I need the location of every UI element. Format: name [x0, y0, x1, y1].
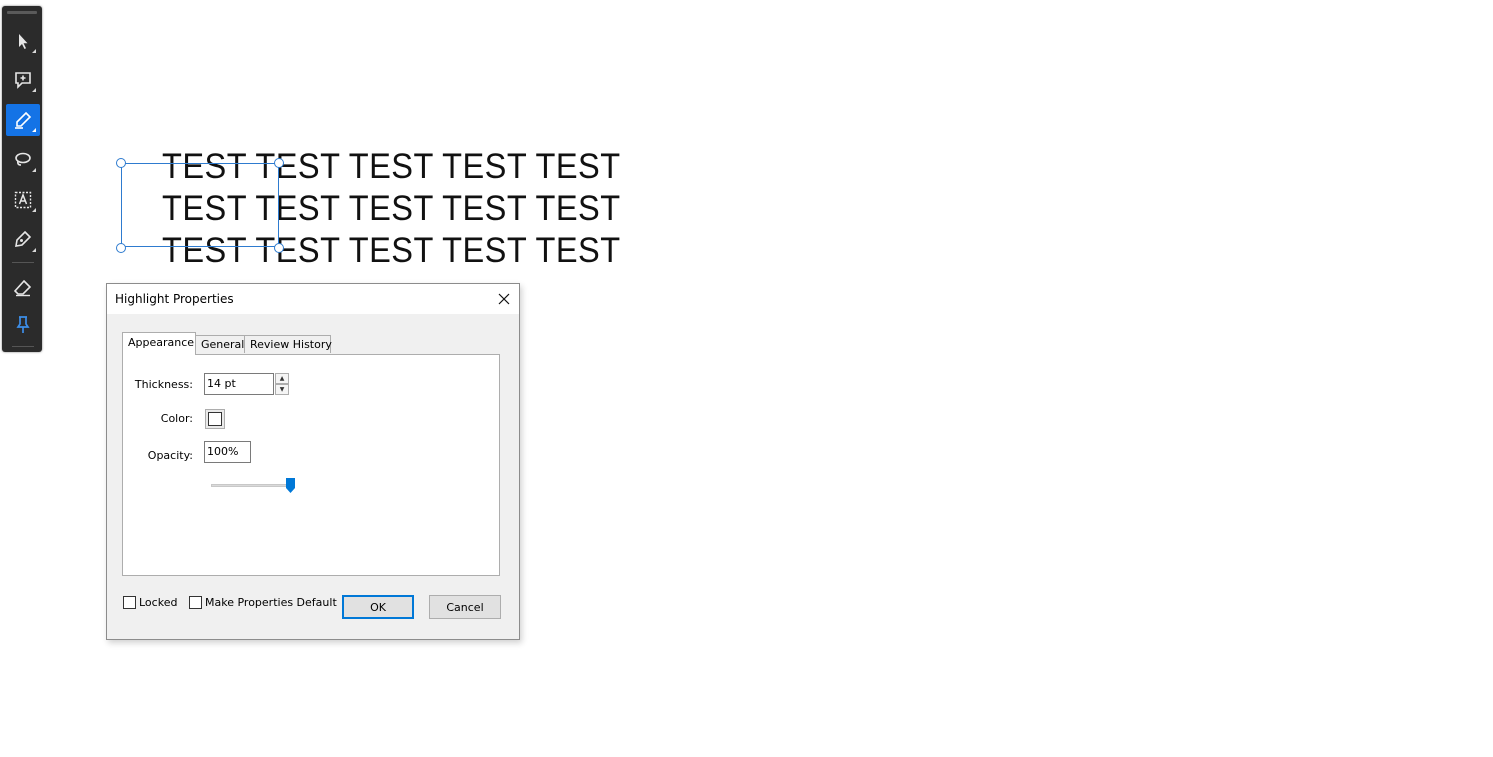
opacity-slider[interactable]: [211, 476, 295, 493]
cancel-button[interactable]: Cancel: [429, 595, 501, 619]
make-default-checkbox[interactable]: [189, 596, 202, 609]
highlighter-pen-icon: [15, 111, 32, 129]
lasso-icon: [15, 152, 31, 166]
opacity-slider-track[interactable]: [211, 484, 295, 487]
flyout-indicator: [32, 168, 36, 172]
color-label: Color:: [160, 412, 193, 425]
ok-button[interactable]: OK: [342, 595, 414, 619]
opacity-input[interactable]: 100%: [204, 441, 251, 463]
color-picker-button[interactable]: [205, 409, 225, 429]
stepper-up-icon[interactable]: ▲: [275, 373, 289, 384]
pin-icon: [16, 316, 30, 333]
pen-draw-icon: [15, 230, 32, 247]
thickness-input[interactable]: 14 pt: [204, 373, 274, 395]
locked-checkbox[interactable]: [123, 596, 136, 609]
draw-tool-button[interactable]: [6, 224, 40, 256]
flyout-indicator: [32, 88, 36, 92]
opacity-slider-thumb[interactable]: [286, 478, 295, 493]
highlight-tool-button[interactable]: [6, 104, 40, 136]
eraser-icon: [13, 279, 32, 297]
locked-label[interactable]: Locked: [139, 596, 177, 609]
toolbar-separator: [12, 262, 34, 263]
eraser-tool-button[interactable]: [6, 272, 40, 304]
pin-tool-button[interactable]: [6, 309, 40, 341]
tab-appearance[interactable]: Appearance: [122, 332, 196, 355]
arrow-cursor-icon: [19, 34, 28, 49]
flyout-indicator: [32, 49, 36, 53]
make-default-label[interactable]: Make Properties Default: [205, 596, 337, 609]
tab-general[interactable]: General: [195, 335, 245, 353]
close-button[interactable]: [495, 290, 513, 308]
color-swatch: [208, 412, 222, 426]
flyout-indicator: [32, 128, 36, 132]
thickness-label: Thickness:: [134, 378, 193, 391]
comment-tool-button[interactable]: [6, 64, 40, 96]
text-box-icon: [14, 191, 32, 209]
add-comment-icon: [15, 72, 31, 89]
lasso-tool-button[interactable]: [6, 144, 40, 176]
resize-handle-top-right[interactable]: [274, 158, 284, 168]
dialog-title: Highlight Properties: [115, 292, 234, 306]
text-box-tool-button[interactable]: [6, 184, 40, 216]
tab-review-history[interactable]: Review History: [244, 335, 332, 353]
thickness-stepper[interactable]: ▲ ▼: [275, 373, 289, 395]
select-tool-button[interactable]: [6, 25, 40, 57]
resize-handle-bottom-left[interactable]: [116, 243, 126, 253]
close-icon: [498, 293, 510, 305]
comment-toolbar: [2, 6, 42, 352]
highlight-selection-box[interactable]: [121, 163, 279, 247]
flyout-indicator: [32, 248, 36, 252]
opacity-label: Opacity:: [147, 449, 193, 462]
toolbar-grip[interactable]: [7, 11, 37, 14]
dialog-titlebar[interactable]: Highlight Properties: [107, 284, 519, 314]
highlight-properties-dialog: Highlight Properties Appearance General …: [106, 283, 520, 640]
toolbar-separator: [12, 346, 34, 347]
flyout-indicator: [32, 208, 36, 212]
stepper-down-icon[interactable]: ▼: [275, 384, 289, 395]
resize-handle-top-left[interactable]: [116, 158, 126, 168]
appearance-panel: Thickness: 14 pt ▲ ▼ Color: Opacity: 100…: [122, 354, 500, 576]
resize-handle-bottom-right[interactable]: [274, 243, 284, 253]
